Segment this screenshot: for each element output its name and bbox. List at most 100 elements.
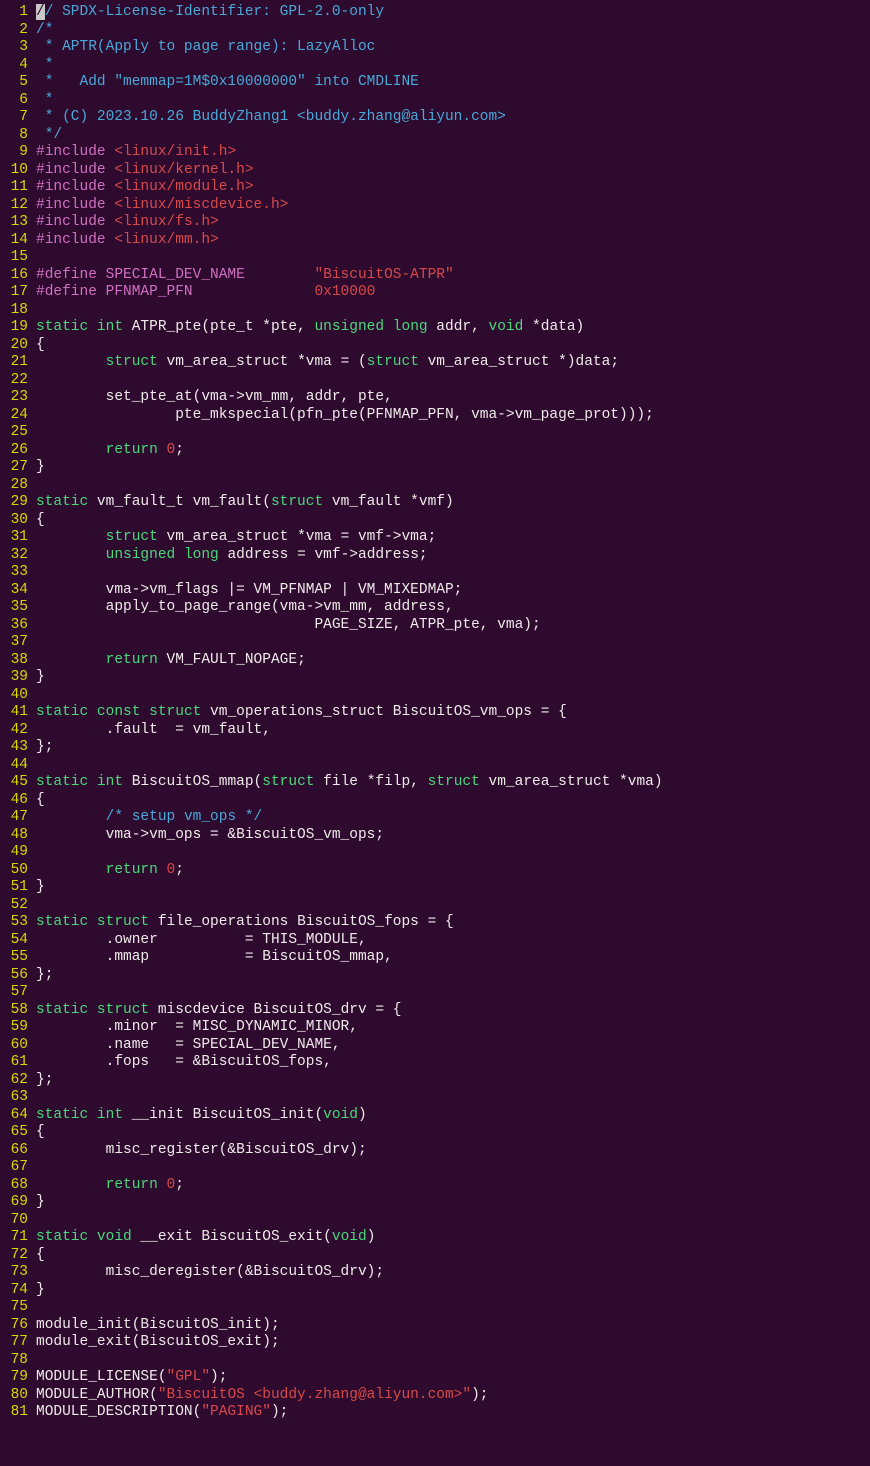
code-line[interactable]: struct vm_area_struct *vma = vmf->vma; [36, 529, 870, 547]
code-line[interactable]: #include <linux/module.h> [36, 179, 870, 197]
code-line[interactable] [36, 1212, 870, 1230]
code-line[interactable]: * [36, 92, 870, 110]
code-line[interactable]: // SPDX-License-Identifier: GPL-2.0-only [36, 4, 870, 22]
code-line[interactable]: #include <linux/miscdevice.h> [36, 197, 870, 215]
code-line[interactable] [36, 1159, 870, 1177]
code-line[interactable]: return 0; [36, 442, 870, 460]
code-line[interactable]: struct vm_area_struct *vma = (struct vm_… [36, 354, 870, 372]
code-line[interactable]: module_init(BiscuitOS_init); [36, 1317, 870, 1335]
code-line[interactable]: misc_deregister(&BiscuitOS_drv); [36, 1264, 870, 1282]
code-line[interactable]: { [36, 1247, 870, 1265]
code-line[interactable]: /* [36, 22, 870, 40]
code-line[interactable]: .fault = vm_fault, [36, 722, 870, 740]
code-line[interactable]: #include <linux/kernel.h> [36, 162, 870, 180]
code-token: 0 [167, 442, 176, 458]
code-line[interactable]: { [36, 792, 870, 810]
code-token: VM_FAULT_NOPAGE; [158, 652, 306, 668]
code-line[interactable] [36, 897, 870, 915]
code-line[interactable]: #include <linux/init.h> [36, 144, 870, 162]
code-line[interactable]: MODULE_LICENSE("GPL"); [36, 1369, 870, 1387]
code-line[interactable]: vma->vm_ops = &BiscuitOS_vm_ops; [36, 827, 870, 845]
code-line[interactable]: misc_register(&BiscuitOS_drv); [36, 1142, 870, 1160]
code-token: static [36, 774, 88, 790]
code-area[interactable]: // SPDX-License-Identifier: GPL-2.0-only… [30, 4, 870, 1422]
code-line[interactable]: */ [36, 127, 870, 145]
code-line[interactable]: MODULE_AUTHOR("BiscuitOS <buddy.zhang@al… [36, 1387, 870, 1405]
code-line[interactable]: } [36, 1194, 870, 1212]
code-line[interactable]: .mmap = BiscuitOS_mmap, [36, 949, 870, 967]
code-line[interactable]: }; [36, 967, 870, 985]
code-token: { [36, 1247, 45, 1263]
code-line[interactable]: static int BiscuitOS_mmap(struct file *f… [36, 774, 870, 792]
code-line[interactable]: .fops = &BiscuitOS_fops, [36, 1054, 870, 1072]
code-line[interactable]: set_pte_at(vma->vm_mm, addr, pte, [36, 389, 870, 407]
code-line[interactable]: static int ATPR_pte(pte_t *pte, unsigned… [36, 319, 870, 337]
code-line[interactable] [36, 634, 870, 652]
code-line[interactable]: }; [36, 1072, 870, 1090]
code-line[interactable]: { [36, 512, 870, 530]
code-editor[interactable]: 1234567891011121314151617181920212223242… [0, 0, 870, 1422]
code-line[interactable]: * APTR(Apply to page range): LazyAlloc [36, 39, 870, 57]
code-line[interactable]: static const struct vm_operations_struct… [36, 704, 870, 722]
code-line[interactable]: pte_mkspecial(pfn_pte(PFNMAP_PFN, vma->v… [36, 407, 870, 425]
code-line[interactable]: } [36, 1282, 870, 1300]
code-token: / [36, 4, 45, 20]
code-line[interactable] [36, 1299, 870, 1317]
code-line[interactable] [36, 844, 870, 862]
code-line[interactable]: static void __exit BiscuitOS_exit(void) [36, 1229, 870, 1247]
line-number: 80 [0, 1387, 28, 1405]
line-number: 36 [0, 617, 28, 635]
code-token [36, 1177, 106, 1193]
code-line[interactable]: } [36, 459, 870, 477]
code-line[interactable]: /* setup vm_ops */ [36, 809, 870, 827]
code-token [88, 1229, 97, 1245]
code-line[interactable]: }; [36, 739, 870, 757]
code-token: { [36, 792, 45, 808]
code-line[interactable]: return VM_FAULT_NOPAGE; [36, 652, 870, 670]
code-line[interactable] [36, 564, 870, 582]
code-line[interactable]: #include <linux/fs.h> [36, 214, 870, 232]
code-line[interactable]: unsigned long address = vmf->address; [36, 547, 870, 565]
code-line[interactable] [36, 757, 870, 775]
code-line[interactable]: #include <linux/mm.h> [36, 232, 870, 250]
code-line[interactable]: } [36, 879, 870, 897]
code-line[interactable] [36, 424, 870, 442]
code-line[interactable] [36, 302, 870, 320]
code-line[interactable]: { [36, 1124, 870, 1142]
code-line[interactable]: return 0; [36, 1177, 870, 1195]
code-line[interactable]: static int __init BiscuitOS_init(void) [36, 1107, 870, 1125]
line-number: 3 [0, 39, 28, 57]
code-token: int [97, 319, 123, 335]
code-line[interactable]: .minor = MISC_DYNAMIC_MINOR, [36, 1019, 870, 1037]
code-line[interactable]: * Add "memmap=1M$0x10000000" into CMDLIN… [36, 74, 870, 92]
code-line[interactable]: vma->vm_flags |= VM_PFNMAP | VM_MIXEDMAP… [36, 582, 870, 600]
code-line[interactable]: #define PFNMAP_PFN 0x10000 [36, 284, 870, 302]
code-line[interactable]: static struct miscdevice BiscuitOS_drv =… [36, 1002, 870, 1020]
code-token [88, 1002, 97, 1018]
code-line[interactable]: return 0; [36, 862, 870, 880]
code-line[interactable]: module_exit(BiscuitOS_exit); [36, 1334, 870, 1352]
code-line[interactable] [36, 687, 870, 705]
code-line[interactable] [36, 372, 870, 390]
code-line[interactable] [36, 249, 870, 267]
code-token: struct [106, 354, 158, 370]
code-line[interactable]: .name = SPECIAL_DEV_NAME, [36, 1037, 870, 1055]
code-line[interactable]: apply_to_page_range(vma->vm_mm, address, [36, 599, 870, 617]
code-line[interactable] [36, 477, 870, 495]
code-token: set_pte_at(vma->vm_mm, addr, pte, [36, 389, 393, 405]
code-line[interactable]: static struct file_operations BiscuitOS_… [36, 914, 870, 932]
code-line[interactable]: * (C) 2023.10.26 BuddyZhang1 <buddy.zhan… [36, 109, 870, 127]
code-token: <linux/fs.h> [114, 214, 218, 230]
code-line[interactable]: PAGE_SIZE, ATPR_pte, vma); [36, 617, 870, 635]
code-line[interactable]: { [36, 337, 870, 355]
code-line[interactable]: #define SPECIAL_DEV_NAME "BiscuitOS-ATPR… [36, 267, 870, 285]
code-line[interactable]: } [36, 669, 870, 687]
code-line[interactable]: MODULE_DESCRIPTION("PAGING"); [36, 1404, 870, 1422]
code-token: vm_area_struct *vma = vmf->vma; [158, 529, 436, 545]
code-line[interactable]: .owner = THIS_MODULE, [36, 932, 870, 950]
code-line[interactable]: static vm_fault_t vm_fault(struct vm_fau… [36, 494, 870, 512]
code-line[interactable]: * [36, 57, 870, 75]
code-line[interactable] [36, 1352, 870, 1370]
code-line[interactable] [36, 1089, 870, 1107]
code-line[interactable] [36, 984, 870, 1002]
